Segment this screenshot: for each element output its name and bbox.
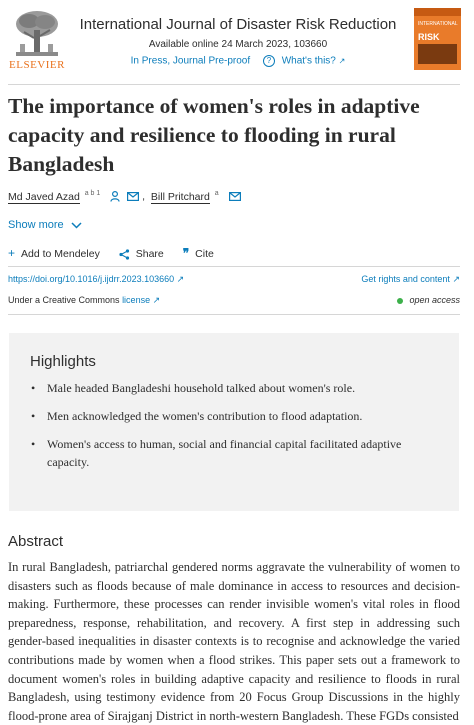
show-more-label: Show more: [8, 219, 64, 231]
license-line: Under a Creative Commons license ↗: [8, 295, 160, 306]
elsevier-logo[interactable]: ELSEVIER: [8, 8, 66, 74]
cover-band: [414, 8, 461, 16]
person-icon[interactable]: [110, 191, 120, 202]
header-divider: [8, 84, 460, 85]
email-icon[interactable]: [228, 192, 241, 202]
rights-link[interactable]: Get rights and content ↗: [361, 274, 460, 285]
email-icon[interactable]: [127, 192, 140, 202]
actions-divider: [8, 266, 460, 267]
status-line: In Press, Journal Pre-proof ? What's thi…: [76, 55, 400, 67]
cover-small-text: INTERNATIONAL JOURNAL OF DISASTER: [418, 21, 458, 27]
open-access-label: open access: [409, 295, 460, 305]
license-link[interactable]: license ↗: [122, 295, 160, 305]
share-button[interactable]: Share: [119, 248, 164, 260]
license-prefix: Under a Creative Commons: [8, 295, 120, 305]
chevron-down-icon: [71, 222, 82, 229]
doi-text: https://doi.org/10.1016/j.ijdrr.2023.103…: [8, 274, 175, 284]
external-link-icon: ↗: [176, 274, 185, 284]
author-name[interactable]: Md Javed Azad: [8, 190, 80, 204]
author-separator: ,: [142, 190, 145, 203]
plus-icon: +: [8, 246, 16, 260]
available-online: Available online 24 March 2023, 103660: [148, 39, 328, 50]
rights-text: Get rights and content: [361, 274, 450, 284]
add-to-mendeley-button[interactable]: + Add to Mendeley: [8, 246, 100, 260]
status-link[interactable]: In Press, Journal Pre-proof: [131, 56, 251, 67]
abstract-title: Abstract: [8, 533, 64, 550]
cite-button[interactable]: ❞ Cite: [183, 246, 214, 260]
highlights-box: Highlights Male headed Bangladeshi house…: [9, 333, 459, 511]
external-link-icon: ↗: [338, 56, 346, 66]
quote-icon: ❞: [182, 246, 190, 260]
abstract-text: In rural Bangladesh, patriarchal gendere…: [8, 560, 460, 723]
author-name[interactable]: Bill Pritchard: [150, 190, 210, 204]
whats-this-link[interactable]: What's this?: [282, 56, 336, 67]
question-icon: ?: [262, 55, 275, 67]
share-label: Share: [135, 248, 164, 260]
open-access-dot-icon: [397, 297, 404, 304]
author-list: Md Javed Azad a b 1 , Bill Pritchard a: [8, 190, 241, 204]
author-affiliations[interactable]: a b 1: [85, 190, 101, 197]
cover-image: [418, 44, 457, 64]
author-affiliations[interactable]: a: [215, 190, 219, 197]
highlight-item: Male headed Bangladeshi household talked…: [29, 379, 439, 397]
license-divider: [8, 314, 460, 315]
open-access-badge: open access: [397, 295, 460, 305]
add-to-mendeley-label: Add to Mendeley: [21, 248, 100, 260]
highlights-title: Highlights: [30, 353, 96, 370]
external-link-icon: ↗: [452, 274, 460, 284]
article-actions: + Add to Mendeley Share ❞ Cite: [8, 246, 230, 260]
license-link-text: license: [122, 295, 151, 305]
journal-cover[interactable]: INTERNATIONAL JOURNAL OF DISASTER RISK: [414, 8, 461, 70]
elsevier-wordmark: ELSEVIER: [9, 59, 65, 71]
show-more-button[interactable]: Show more: [8, 219, 82, 231]
doi-link[interactable]: https://doi.org/10.1016/j.ijdrr.2023.103…: [8, 274, 184, 285]
highlights-list: Male headed Bangladeshi household talked…: [29, 379, 439, 481]
article-title: The importance of women's roles in adapt…: [8, 94, 420, 176]
share-icon: [119, 249, 129, 260]
elsevier-tree-icon: [12, 8, 62, 58]
cover-big-text: RISK: [418, 32, 440, 42]
cite-label: Cite: [195, 248, 214, 260]
journal-header: ELSEVIER International Journal of Disast…: [0, 0, 474, 84]
journal-title[interactable]: International Journal of Disaster Risk R…: [76, 16, 400, 33]
highlight-item: Women's access to human, social and fina…: [29, 435, 439, 471]
highlight-item: Men acknowledged the women's contributio…: [29, 407, 439, 425]
